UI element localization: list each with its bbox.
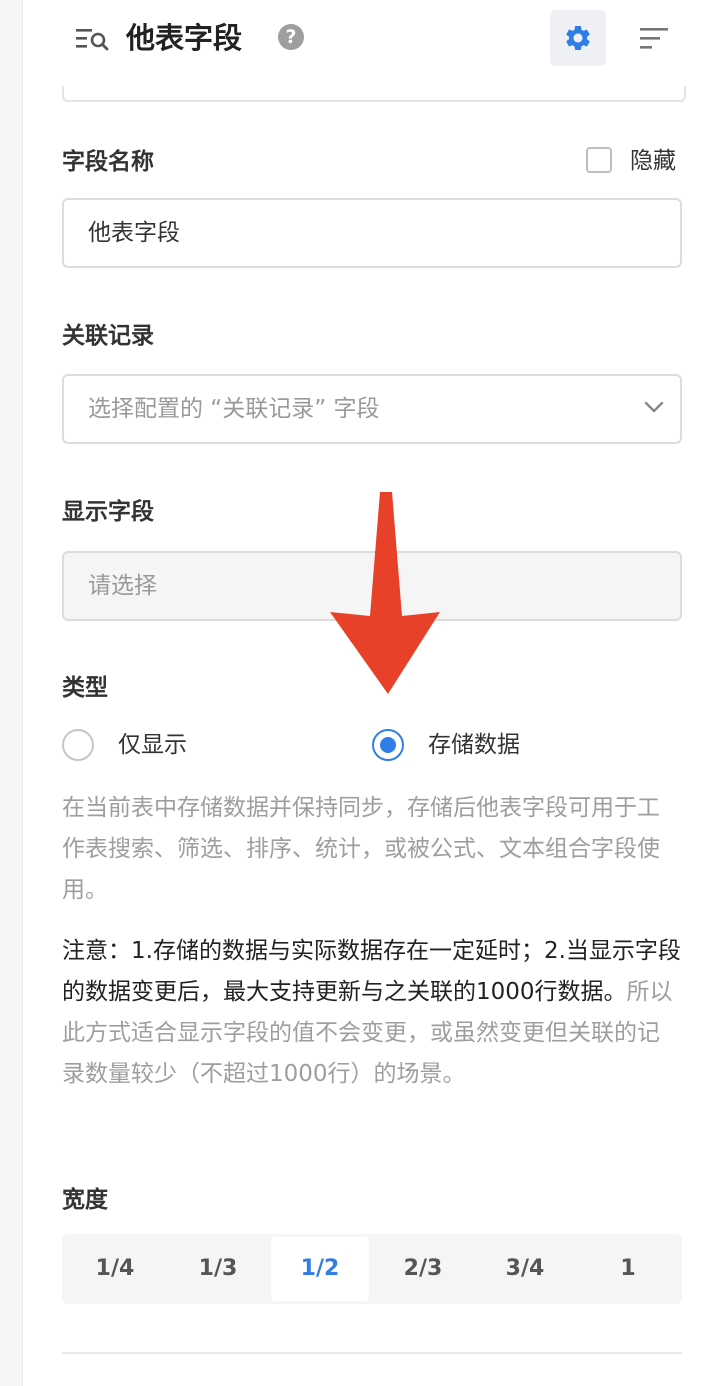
collapsed-section-edge [62,86,686,102]
related-record-placeholder: 选择配置的 “关联记录” 字段 [88,396,380,422]
type-description: 在当前表中存储数据并保持同步，存储后他表字段可用于工作表搜索、筛选、排序、统计，… [62,795,660,903]
radio-label: 存储数据 [428,732,520,758]
left-strip [0,0,23,1386]
width-option-1[interactable]: 1 [579,1237,677,1301]
radio-label: 仅显示 [118,732,187,758]
type-note: 注意：1.存储的数据与实际数据存在一定延时；2.当显示字段的数据变更后，最大支持… [62,931,682,1095]
hide-checkbox[interactable] [586,147,612,173]
width-option-1-3[interactable]: 1/3 [169,1237,267,1301]
type-radio-group: 仅显示 存储数据 [62,726,682,766]
note-emphasis: 注意：1.存储的数据与实际数据存在一定延时；2.当显示字段的数据变更后，最大支持… [62,938,681,1005]
chevron-down-icon [644,401,664,413]
panel-title: 他表字段 [126,21,243,55]
width-segmented-control: 1/4 1/3 1/2 2/3 3/4 1 [62,1234,682,1304]
panel-header: 他表字段 ? [22,0,708,80]
field-name-label: 字段名称 [62,149,154,175]
width-option-1-2[interactable]: 1/2 [271,1237,369,1301]
hide-label: 隐藏 [630,148,676,174]
settings-button[interactable] [550,10,606,66]
width-option-3-4[interactable]: 3/4 [476,1237,574,1301]
width-option-1-4[interactable]: 1/4 [66,1237,164,1301]
width-option-2-3[interactable]: 2/3 [374,1237,472,1301]
annotation-arrow-icon [330,492,440,694]
help-icon[interactable]: ? [278,24,304,50]
radio-dot [380,737,396,753]
width-label: 宽度 [62,1187,108,1213]
field-name-input[interactable]: 他表字段 [62,198,682,268]
list-search-icon[interactable] [76,26,110,52]
type-label: 类型 [62,675,108,701]
divider [62,1352,682,1354]
radio-circle[interactable] [62,729,94,761]
radio-circle-selected[interactable] [372,729,404,761]
display-field-label: 显示字段 [62,499,154,525]
gear-icon [566,25,590,50]
sort-icon[interactable] [640,28,670,50]
related-record-select[interactable]: 选择配置的 “关联记录” 字段 [62,374,682,444]
related-record-label: 关联记录 [62,323,154,349]
